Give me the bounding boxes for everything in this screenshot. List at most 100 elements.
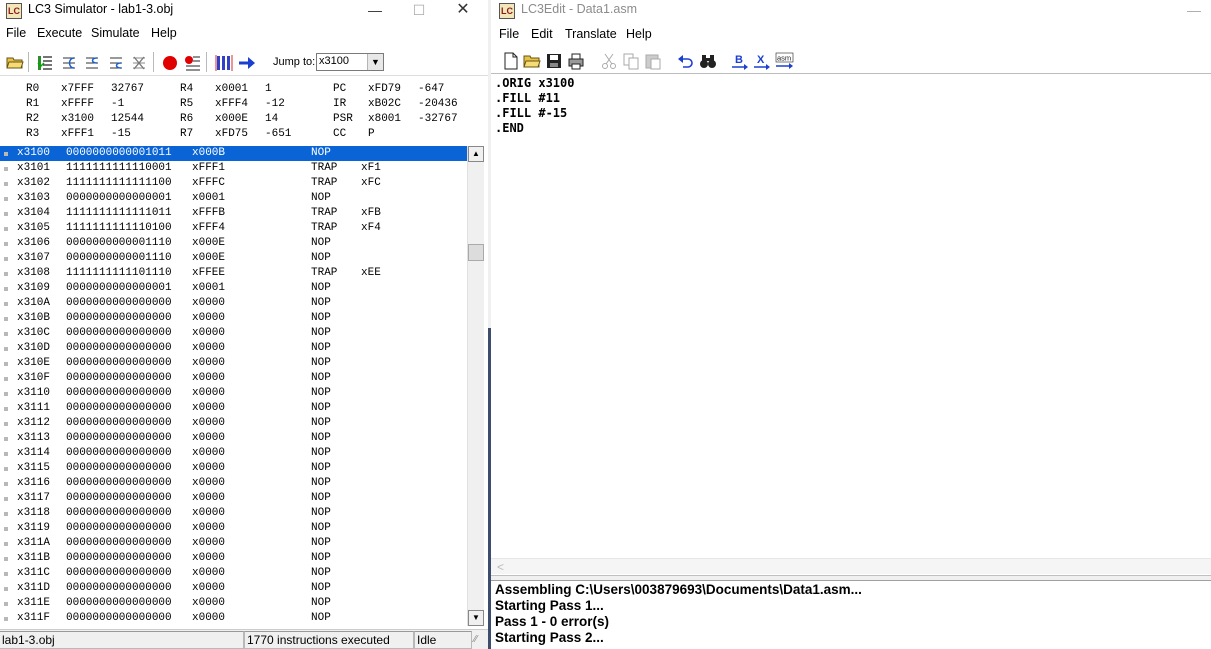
code-editor[interactable]: .ORIG x3100 .FILL #11 .FILL #-15 .END bbox=[495, 76, 1207, 560]
editor-hscrollbar[interactable]: < bbox=[491, 558, 1211, 574]
breakpoint-marker-icon[interactable] bbox=[4, 302, 8, 306]
goto-arrow-icon[interactable] bbox=[236, 51, 256, 73]
breakpoint-marker-icon[interactable] bbox=[4, 242, 8, 246]
memory-row[interactable]: x311F 0000000000000000 x0000 NOP bbox=[0, 611, 467, 626]
memory-row[interactable]: x3103 0000000000000001 x0001 NOP bbox=[0, 191, 467, 206]
assemble-binary-icon[interactable]: B bbox=[730, 51, 750, 71]
run-icon[interactable] bbox=[34, 51, 54, 73]
memory-row[interactable]: x3118 0000000000000000 x0000 NOP bbox=[0, 506, 467, 521]
memory-row[interactable]: x3107 0000000000001110 x000E NOP bbox=[0, 251, 467, 266]
breakpoint-marker-icon[interactable] bbox=[4, 227, 8, 231]
save-icon[interactable] bbox=[544, 51, 564, 71]
memory-row[interactable]: x3106 0000000000001110 x000E NOP bbox=[0, 236, 467, 251]
memory-row[interactable]: x310C 0000000000000000 x0000 NOP bbox=[0, 326, 467, 341]
memory-row[interactable]: x3114 0000000000000000 x0000 NOP bbox=[0, 446, 467, 461]
memory-row[interactable]: x311D 0000000000000000 x0000 NOP bbox=[0, 581, 467, 596]
memory-row[interactable]: x3108 1111111111101110 xFFEE TRAP xEE bbox=[0, 266, 467, 281]
open-file-icon[interactable] bbox=[4, 51, 24, 73]
memory-row[interactable]: x3104 1111111111111011 xFFFB TRAP xFB bbox=[0, 206, 467, 221]
code-line[interactable]: .FILL #-15 bbox=[495, 106, 567, 121]
breakpoint-marker-icon[interactable] bbox=[4, 557, 8, 561]
new-file-icon[interactable] bbox=[501, 51, 521, 71]
breakpoint-icon[interactable] bbox=[159, 51, 179, 73]
memory-row[interactable]: x3115 0000000000000000 x0000 NOP bbox=[0, 461, 467, 476]
memory-row[interactable]: x311C 0000000000000000 x0000 NOP bbox=[0, 566, 467, 581]
editor-open-icon[interactable] bbox=[522, 51, 542, 71]
close-button[interactable]: ✕ bbox=[440, 0, 486, 22]
breakpoint-marker-icon[interactable] bbox=[4, 422, 8, 426]
scroll-down-icon[interactable]: ▼ bbox=[468, 610, 484, 626]
memory-row[interactable]: x310A 0000000000000000 x0000 NOP bbox=[0, 296, 467, 311]
breakpoint-marker-icon[interactable] bbox=[4, 332, 8, 336]
scrollbar-thumb[interactable] bbox=[468, 244, 484, 261]
editor-minimize-button[interactable]: — bbox=[1171, 0, 1211, 22]
breakpoint-marker-icon[interactable] bbox=[4, 392, 8, 396]
breakpoint-marker-icon[interactable] bbox=[4, 377, 8, 381]
memory-row[interactable]: x3102 1111111111111100 xFFFC TRAP xFC bbox=[0, 176, 467, 191]
breakpoint-marker-icon[interactable] bbox=[4, 257, 8, 261]
copy-icon[interactable] bbox=[621, 51, 641, 71]
step-out-icon[interactable] bbox=[105, 51, 125, 73]
breakpoint-marker-icon[interactable] bbox=[4, 452, 8, 456]
memory-row[interactable]: x310D 0000000000000000 x0000 NOP bbox=[0, 341, 467, 356]
breakpoint-marker-icon[interactable] bbox=[4, 167, 8, 171]
assemble-asm-icon[interactable]: asm bbox=[774, 51, 794, 71]
step-over-icon[interactable] bbox=[58, 51, 78, 73]
memory-scrollbar[interactable]: ▲ ▼ bbox=[467, 146, 484, 626]
memory-row[interactable]: x310F 0000000000000000 x0000 NOP bbox=[0, 371, 467, 386]
breakpoint-marker-icon[interactable] bbox=[4, 497, 8, 501]
breakpoint-marker-icon[interactable] bbox=[4, 467, 8, 471]
memory-row[interactable]: x3117 0000000000000000 x0000 NOP bbox=[0, 491, 467, 506]
menu-help[interactable]: Help bbox=[151, 26, 177, 40]
breakpoint-marker-icon[interactable] bbox=[4, 482, 8, 486]
breakpoint-marker-icon[interactable] bbox=[4, 362, 8, 366]
breakpoint-marker-icon[interactable] bbox=[4, 602, 8, 606]
find-binoculars-icon[interactable] bbox=[698, 51, 718, 71]
breakpoint-marker-icon[interactable] bbox=[4, 572, 8, 576]
memory-row[interactable]: x3116 0000000000000000 x0000 NOP bbox=[0, 476, 467, 491]
menu-execute[interactable]: Execute bbox=[37, 26, 82, 40]
breakpoint-marker-icon[interactable] bbox=[4, 182, 8, 186]
memory-row[interactable]: x311A 0000000000000000 x0000 NOP bbox=[0, 536, 467, 551]
breakpoint-marker-icon[interactable] bbox=[4, 617, 8, 621]
memory-row[interactable]: x3110 0000000000000000 x0000 NOP bbox=[0, 386, 467, 401]
assemble-hex-icon[interactable]: X bbox=[752, 51, 772, 71]
breakpoint-marker-icon[interactable] bbox=[4, 287, 8, 291]
minimize-button[interactable]: — bbox=[352, 0, 398, 22]
code-line[interactable]: .ORIG x3100 bbox=[495, 76, 574, 91]
memory-row[interactable]: x3113 0000000000000000 x0000 NOP bbox=[0, 431, 467, 446]
memory-row[interactable]: x310B 0000000000000000 x0000 NOP bbox=[0, 311, 467, 326]
memory-row[interactable]: x3112 0000000000000000 x0000 NOP bbox=[0, 416, 467, 431]
breakpoint-marker-icon[interactable] bbox=[4, 512, 8, 516]
jump-to-select[interactable]: x3100 ▼ bbox=[316, 53, 384, 71]
resize-grip-icon[interactable]: ∕∕ bbox=[474, 634, 477, 645]
editor-menu-translate[interactable]: Translate bbox=[565, 27, 617, 41]
breakpoint-marker-icon[interactable] bbox=[4, 347, 8, 351]
code-line[interactable]: .END bbox=[495, 121, 524, 136]
memory-row[interactable]: x3119 0000000000000000 x0000 NOP bbox=[0, 521, 467, 536]
print-icon[interactable] bbox=[566, 51, 586, 71]
memory-icon[interactable] bbox=[213, 51, 233, 73]
memory-row[interactable]: x3100 0000000000001011 x000B NOP bbox=[0, 146, 467, 161]
editor-menu-file[interactable]: File bbox=[499, 27, 519, 41]
breakpoint-marker-icon[interactable] bbox=[4, 542, 8, 546]
breakpoint-marker-icon[interactable] bbox=[4, 272, 8, 276]
memory-row[interactable]: x3109 0000000000000001 x0001 NOP bbox=[0, 281, 467, 296]
step-into-icon[interactable] bbox=[81, 51, 101, 73]
breakpoint-marker-icon[interactable] bbox=[4, 212, 8, 216]
breakpoint-marker-icon[interactable] bbox=[4, 197, 8, 201]
breakpoints-list-icon[interactable] bbox=[181, 51, 201, 73]
breakpoint-marker-icon[interactable] bbox=[4, 437, 8, 441]
stop-icon[interactable] bbox=[128, 51, 148, 73]
maximize-button[interactable]: ☐ bbox=[396, 0, 442, 22]
memory-row[interactable]: x3101 1111111111110001 xFFF1 TRAP xF1 bbox=[0, 161, 467, 176]
code-line[interactable]: .FILL #11 bbox=[495, 91, 560, 106]
undo-icon[interactable] bbox=[675, 51, 695, 71]
breakpoint-marker-icon[interactable] bbox=[4, 317, 8, 321]
scroll-up-icon[interactable]: ▲ bbox=[468, 146, 484, 162]
menu-simulate[interactable]: Simulate bbox=[91, 26, 140, 40]
breakpoint-marker-icon[interactable] bbox=[4, 527, 8, 531]
memory-view[interactable]: x3100 0000000000001011 x000B NOP x3101 111111… bbox=[0, 146, 484, 626]
paste-icon[interactable] bbox=[643, 51, 663, 71]
breakpoint-marker-icon[interactable] bbox=[4, 407, 8, 411]
